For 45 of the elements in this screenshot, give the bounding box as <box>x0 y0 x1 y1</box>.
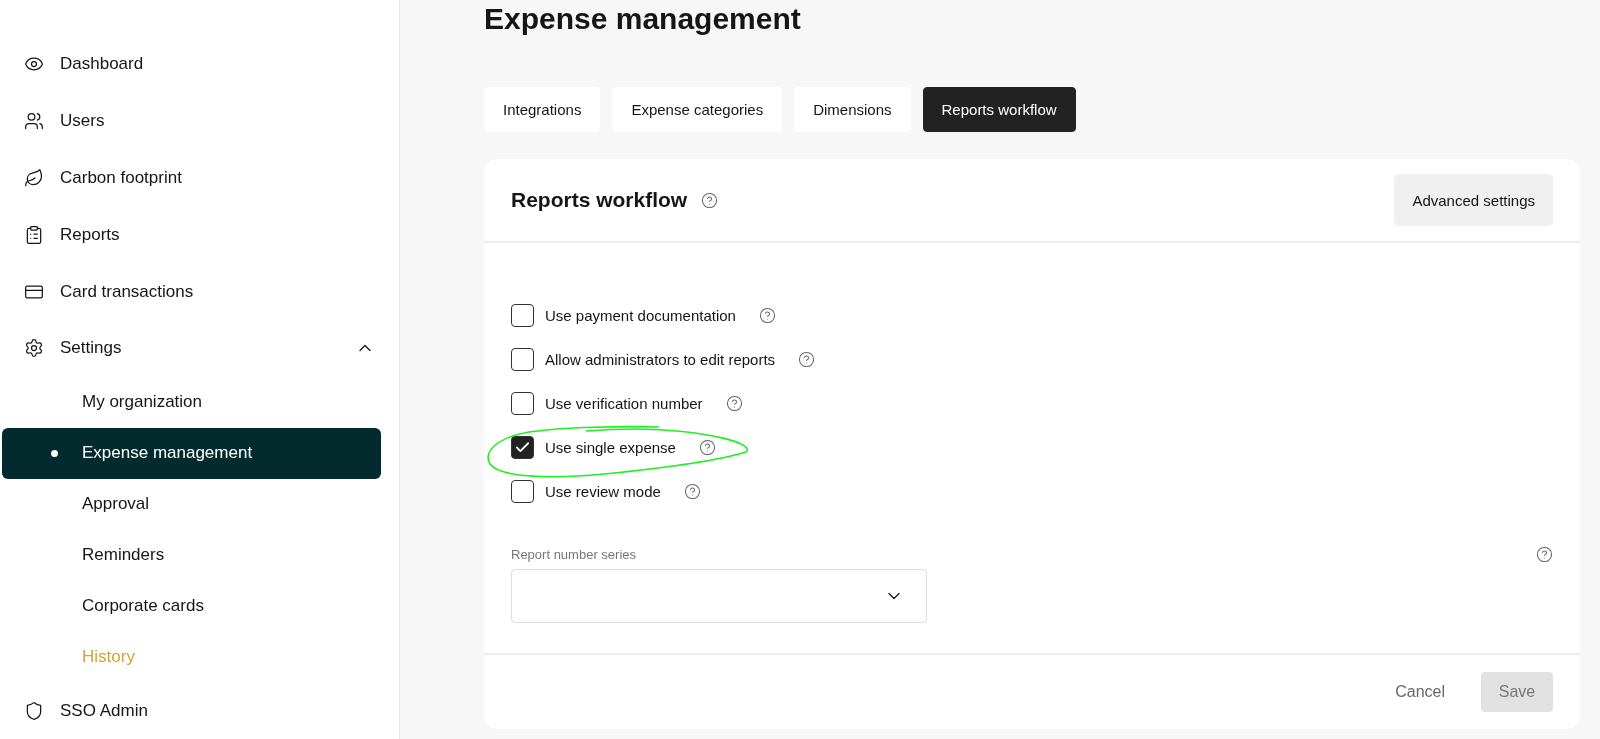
checkbox[interactable] <box>511 435 534 459</box>
help-icon[interactable] <box>758 306 776 324</box>
help-icon[interactable] <box>698 438 716 456</box>
users-icon <box>24 111 44 132</box>
checkbox[interactable] <box>511 479 534 503</box>
checkbox[interactable] <box>511 347 534 371</box>
option-label: Allow administrators to edit reports <box>545 350 776 368</box>
option-label: Use verification number <box>545 394 703 412</box>
help-icon[interactable] <box>1536 546 1553 563</box>
option-label: Use single expense <box>545 438 676 456</box>
tab[interactable]: Expense categories <box>612 87 783 132</box>
sidebar-item[interactable]: SSO Admin <box>0 682 399 739</box>
option-label: Use review mode <box>545 482 661 500</box>
checkbox[interactable] <box>511 391 534 415</box>
bullet-icon <box>51 449 58 457</box>
tab[interactable]: Dimensions <box>794 87 911 132</box>
option-label: Use payment documentation <box>545 306 736 324</box>
sidebar-subitem[interactable]: Expense management <box>2 427 381 479</box>
sidebar-item[interactable]: Users <box>0 92 399 150</box>
sidebar-item[interactable]: Card transactions <box>0 263 399 320</box>
shield-icon <box>24 700 44 721</box>
sidebar-subitem[interactable]: Reminders <box>2 529 381 581</box>
help-icon[interactable] <box>725 394 743 412</box>
leaf-icon <box>24 167 44 188</box>
help-icon[interactable] <box>701 191 719 209</box>
sidebar-item[interactable]: Reports <box>0 206 399 264</box>
sidebar-item[interactable]: Carbon footprint <box>0 149 399 207</box>
sidebar-subitem[interactable]: My organization <box>2 376 381 428</box>
select-field[interactable] <box>511 569 927 623</box>
help-icon[interactable] <box>798 350 816 368</box>
advanced-settings-button[interactable]: Advanced settings <box>1394 174 1553 226</box>
sidebar-subitem[interactable]: Approval <box>2 478 381 530</box>
clipboard-icon <box>24 224 44 245</box>
sidebar-item[interactable]: Settings <box>0 319 399 377</box>
card-title: Reports workflow <box>511 188 688 212</box>
cancel-button[interactable]: Cancel <box>1389 682 1451 702</box>
checkbox[interactable] <box>511 303 534 327</box>
tab[interactable]: Reports workflow <box>922 87 1076 132</box>
field-label: Report number series <box>511 547 636 562</box>
sidebar-item[interactable]: Dashboard <box>0 36 399 93</box>
sidebar-subitem[interactable]: Corporate cards <box>2 580 381 632</box>
help-icon[interactable] <box>683 482 701 500</box>
tab[interactable]: Integrations <box>484 87 601 132</box>
page-title: Expense management <box>484 2 802 37</box>
settings-icon <box>24 338 44 359</box>
